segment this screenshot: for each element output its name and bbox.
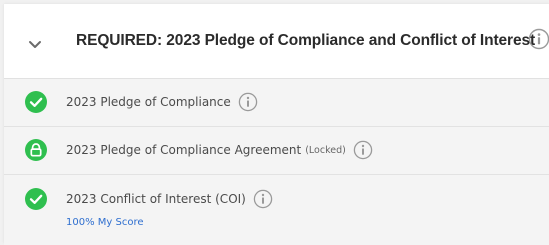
info-icon[interactable] — [253, 189, 273, 209]
lock-icon — [25, 139, 47, 161]
item-label[interactable]: 2023 Conflict of Interest (COI) — [66, 192, 246, 206]
info-icon[interactable] — [238, 92, 258, 112]
item-label[interactable]: 2023 Pledge of Compliance — [66, 95, 231, 109]
check-circle-icon — [25, 91, 47, 113]
module-panel: REQUIRED: 2023 Pledge of Compliance and … — [4, 4, 549, 245]
locked-badge: (Locked) — [305, 144, 346, 156]
item-label[interactable]: 2023 Pledge of Compliance Agreement — [66, 143, 301, 157]
score-text: 100% My Score — [66, 217, 144, 228]
item-label-wrap: 2023 Pledge of Compliance Agreement (Loc… — [66, 139, 373, 161]
item-label-wrap: 2023 Conflict of Interest (COI) — [66, 188, 273, 210]
info-icon[interactable] — [353, 140, 373, 160]
item-label-wrap: 2023 Pledge of Compliance — [66, 91, 258, 113]
list-item[interactable]: 2023 Pledge of Compliance — [4, 79, 549, 126]
chevron-down-icon[interactable] — [28, 40, 42, 50]
check-circle-icon — [25, 188, 47, 210]
section-title: REQUIRED: 2023 Pledge of Compliance and … — [76, 32, 536, 49]
section-header[interactable]: REQUIRED: 2023 Pledge of Compliance and … — [4, 4, 549, 79]
info-icon[interactable] — [528, 28, 549, 50]
list-item[interactable]: 2023 Conflict of Interest (COI) 100% My … — [4, 174, 549, 245]
item-list: 2023 Pledge of Compliance 2023 Pledge of… — [4, 79, 549, 245]
list-item[interactable]: 2023 Pledge of Compliance Agreement (Loc… — [4, 126, 549, 174]
